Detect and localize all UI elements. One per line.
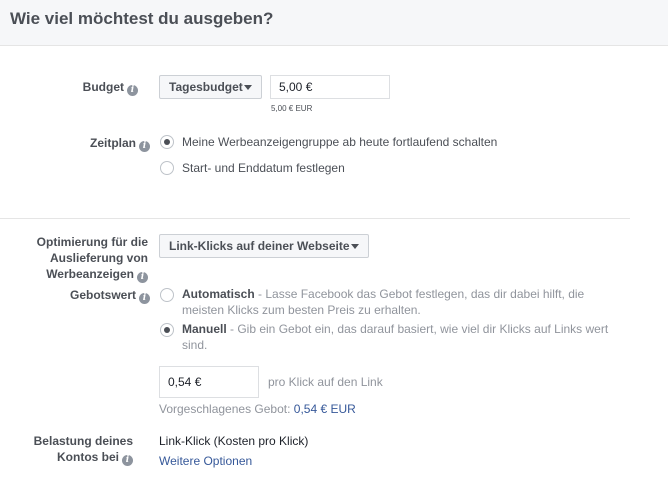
schedule-label-text: Zeitplan (89, 136, 136, 150)
bid-amount-input[interactable]: 0,54 € (159, 366, 259, 398)
optimization-label-line: Optimierung für die (36, 235, 148, 249)
optimization-dropdown[interactable]: Link-Klicks auf deiner Webseite (159, 234, 369, 258)
bid-automatic-desc: meisten Klicks zum besten Preis zu erhal… (182, 303, 421, 317)
more-options-link[interactable]: Weitere Optionen (159, 453, 252, 469)
budget-label-text: Budget (82, 80, 124, 94)
info-icon[interactable]: i (139, 293, 150, 304)
bid-manual-desc: - Gib ein Gebot ein, das darauf basiert,… (226, 322, 609, 336)
info-icon[interactable]: i (139, 141, 150, 152)
bid-manual-desc: sind. (182, 338, 208, 352)
budget-label: Budget i (83, 79, 138, 96)
bid-automatic-option[interactable]: Automatisch - Lasse Facebook das Gebot f… (182, 286, 632, 318)
schedule-dates-radio[interactable] (160, 161, 174, 175)
optimization-label-line: Auslieferung von (49, 251, 148, 265)
optimization-label: Optimierung für die Auslieferung von Wer… (8, 234, 148, 283)
bid-automatic-title: Automatisch (182, 287, 255, 301)
charging-label: Belastung deines Kontos bei i (34, 433, 133, 466)
budget-amount-input[interactable]: 5,00 € (270, 75, 390, 99)
budget-type-dropdown[interactable]: Tagesbudget (159, 75, 262, 99)
optimization-label-line: Werbeanzeigen (46, 267, 134, 281)
optimization-selected-label: Link-Klicks auf deiner Webseite (169, 239, 350, 253)
bid-manual-title: Manuell (182, 322, 227, 336)
budget-type-label: Tagesbudget (169, 80, 243, 94)
bid-label: Gebotswert i (70, 287, 150, 304)
bid-manual-option[interactable]: Manuell - Gib ein Gebot ein, das darauf … (182, 321, 642, 353)
bid-label-text: Gebotswert (69, 288, 136, 302)
suggested-bid-label: Vorgeschlagenes Gebot: (159, 402, 294, 416)
bid-automatic-desc: - Lasse Facebook das Gebot festlegen, da… (254, 287, 585, 301)
charging-label-line: Belastung deines (33, 434, 133, 448)
charging-label-line: Kontos bei (57, 450, 119, 464)
info-icon[interactable]: i (122, 455, 133, 466)
section-header: Wie viel möchtest du ausgeben? (0, 0, 668, 46)
info-icon[interactable]: i (127, 85, 138, 96)
charging-value: Link-Klick (Kosten pro Klick) (159, 434, 309, 448)
bid-manual-radio[interactable] (160, 323, 174, 337)
section-divider (0, 218, 630, 219)
chevron-down-icon (351, 244, 359, 249)
schedule-label: Zeitplan i (90, 135, 150, 152)
budget-hint: 5,00 € EUR (271, 104, 313, 113)
chevron-down-icon (244, 85, 252, 90)
info-icon[interactable]: i (137, 272, 148, 283)
bid-unit-label: pro Klick auf den Link (268, 375, 383, 389)
bid-automatic-radio[interactable] (160, 288, 174, 302)
suggested-bid-value[interactable]: 0,54 € EUR (294, 402, 356, 416)
page-title: Wie viel möchtest du ausgeben? (10, 9, 274, 28)
schedule-dates-label[interactable]: Start- und Enddatum festlegen (182, 160, 345, 176)
suggested-bid: Vorgeschlagenes Gebot: 0,54 € EUR (159, 401, 356, 417)
schedule-ongoing-label[interactable]: Meine Werbeanzeigengruppe ab heute fortl… (182, 134, 497, 150)
schedule-ongoing-radio[interactable] (160, 135, 174, 149)
